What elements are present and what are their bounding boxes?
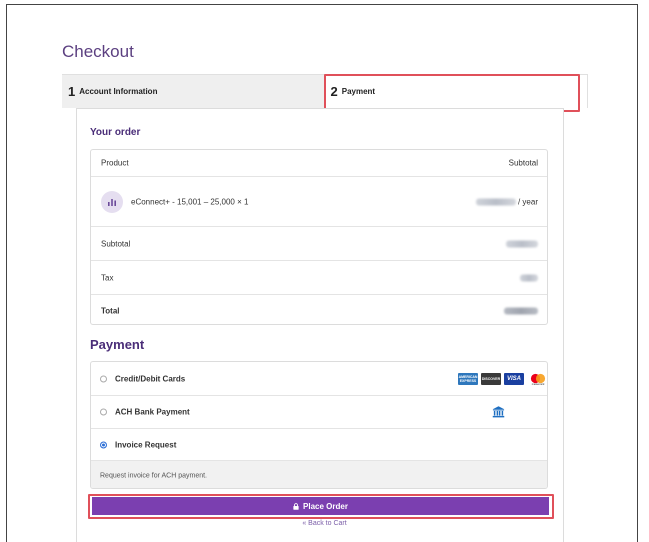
invoice-radio[interactable] xyxy=(100,441,107,448)
subtotal-label: Subtotal xyxy=(101,239,131,248)
payment-methods: Credit/Debit Cards AMERICAN EXPRESS DISC… xyxy=(90,361,548,489)
payment-option-invoice[interactable]: Invoice Request xyxy=(91,429,547,461)
total-label: Total xyxy=(101,306,120,315)
tax-label: Tax xyxy=(101,273,114,282)
redacted-total xyxy=(504,307,538,314)
order-summary-table: Product Subtotal eConnect+ - 15,001 – 25… xyxy=(90,149,548,325)
order-heading: Your order xyxy=(90,127,141,138)
bank-icon xyxy=(492,406,505,418)
ach-radio[interactable] xyxy=(100,408,107,416)
price-suffix: / year xyxy=(517,197,538,206)
order-header-row: Product Subtotal xyxy=(91,150,547,177)
mastercard-logo: mastercard xyxy=(527,372,547,386)
redacted-tax xyxy=(520,274,538,281)
step-account-information[interactable]: 1 Account Information xyxy=(62,74,325,108)
redacted-subtotal xyxy=(506,240,538,247)
order-total-row: Total xyxy=(91,295,547,326)
payment-heading: Payment xyxy=(90,337,145,352)
order-subtotal-row: Subtotal xyxy=(91,227,547,261)
product-chart-icon xyxy=(101,190,123,213)
product-price: / year xyxy=(475,197,538,206)
order-product-row: eConnect+ - 15,001 – 25,000 × 1 / year xyxy=(91,177,547,227)
card-logos: AMERICAN EXPRESS DISCOVER VISA mastercar… xyxy=(458,372,547,386)
invoice-option-label: Invoice Request xyxy=(115,440,177,449)
back-to-cart-link[interactable]: « Back to Cart xyxy=(0,520,649,527)
page-title: Checkout xyxy=(62,42,134,61)
card-radio[interactable] xyxy=(100,375,107,382)
payment-option-card[interactable]: Credit/Debit Cards AMERICAN EXPRESS DISC… xyxy=(91,362,547,396)
step-number: 1 xyxy=(68,84,76,99)
place-order-highlight xyxy=(88,494,554,519)
redacted-price xyxy=(475,198,516,205)
payment-option-ach[interactable]: ACH Bank Payment xyxy=(91,396,547,429)
visa-logo: VISA xyxy=(504,372,524,385)
subtotal-column-header: Subtotal xyxy=(508,158,538,168)
payment-step-highlight xyxy=(324,74,580,112)
mastercard-text: mastercard xyxy=(531,382,545,386)
invoice-note-text: Request invoice for ACH payment. xyxy=(100,472,207,479)
ach-option-label: ACH Bank Payment xyxy=(115,407,190,417)
discover-logo: DISCOVER xyxy=(481,372,501,385)
order-tax-row: Tax xyxy=(91,261,547,295)
invoice-note: Request invoice for ACH payment. xyxy=(91,461,547,488)
product-column-header: Product xyxy=(101,158,129,168)
step-label: Account Information xyxy=(79,87,158,96)
product-name: eConnect+ - 15,001 – 25,000 × 1 xyxy=(131,197,249,206)
card-option-label: Credit/Debit Cards xyxy=(115,374,186,383)
amex-logo: AMERICAN EXPRESS xyxy=(458,372,478,385)
